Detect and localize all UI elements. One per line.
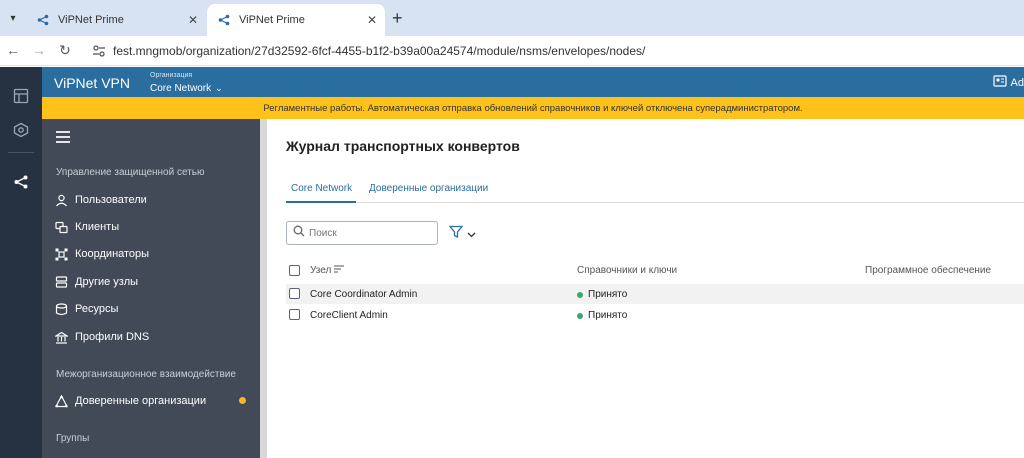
row-keys-status: Принято xyxy=(577,289,627,300)
clients-icon xyxy=(54,220,68,234)
browser-tab-1[interactable]: ViPNet Prime ✕ xyxy=(26,4,206,36)
filter-button[interactable] xyxy=(448,225,476,244)
main-content: Журнал транспортных конвертов Core Netwo… xyxy=(267,119,1024,458)
table-row[interactable]: Core Coordinator Admin Принято xyxy=(286,284,1024,304)
maintenance-banner: Регламентные работы. Автоматическая отпр… xyxy=(42,97,1024,119)
dns-icon xyxy=(54,330,68,344)
page-title: Журнал транспортных конвертов xyxy=(286,138,520,154)
modules-icon[interactable] xyxy=(9,118,33,142)
sidebar-item-dns-profiles[interactable]: Профили DNS xyxy=(54,327,254,347)
sidebar-item-clients[interactable]: Клиенты xyxy=(54,217,254,237)
browser-tabbar: ▾ ViPNet Prime ✕ ViPNet Prime ✕ + xyxy=(0,0,1024,36)
select-all-checkbox[interactable] xyxy=(289,265,300,276)
content-tabs: Core Network Доверенные организации xyxy=(286,181,1024,203)
sidebar-item-label: Ресурсы xyxy=(75,303,119,315)
sidebar-item-users[interactable]: Пользователи xyxy=(54,190,254,210)
sidebar-scrollbar[interactable] xyxy=(260,119,267,458)
sidebar-item-label: Профили DNS xyxy=(75,331,150,343)
row-checkbox[interactable] xyxy=(289,309,300,320)
active-tab-indicator xyxy=(286,201,356,203)
column-software: Программное обеспечение xyxy=(865,265,992,276)
forward-arrow-icon[interactable]: → xyxy=(30,42,48,58)
hamburger-menu-icon[interactable] xyxy=(56,131,70,146)
row-node: CoreClient Admin xyxy=(310,310,388,321)
sidebar-item-label: Клиенты xyxy=(75,221,120,233)
sidebar-item-label: Координаторы xyxy=(75,248,150,260)
row-checkbox[interactable] xyxy=(289,288,300,299)
org-caption: Организация xyxy=(150,72,193,79)
close-tab-icon[interactable]: ✕ xyxy=(188,13,198,27)
column-keys: Справочники и ключи xyxy=(577,265,678,276)
table-header: Узел Справочники и ключи Программное обе… xyxy=(286,262,1024,280)
nodes-icon xyxy=(54,275,68,289)
sidebar-item-other-nodes[interactable]: Другие узлы xyxy=(54,272,254,292)
user-icon xyxy=(54,193,68,207)
row-keys-status: Принято xyxy=(577,310,627,321)
sidebar: Управление защищенной сетью Пользователи… xyxy=(42,119,260,458)
sidebar-item-label: Другие узлы xyxy=(75,276,139,288)
header-admin-button[interactable]: Ad xyxy=(992,75,1024,90)
search-icon xyxy=(293,224,305,242)
reload-icon[interactable]: ↻ xyxy=(56,42,74,59)
new-tab-button[interactable]: + xyxy=(392,8,403,28)
sidebar-section-network: Управление защищенной сетью xyxy=(56,167,205,178)
column-node[interactable]: Узел xyxy=(310,265,345,276)
app-header: ViPNet VPN Организация Core Network ⌄ Ad xyxy=(42,67,1024,97)
search-input[interactable] xyxy=(309,227,429,239)
rail-divider xyxy=(8,152,34,153)
trusted-org-icon xyxy=(54,394,68,408)
back-arrow-icon[interactable]: ← xyxy=(4,42,22,58)
sort-icon xyxy=(334,265,345,276)
sidebar-item-coordinators[interactable]: Координаторы xyxy=(54,244,254,264)
coordinator-icon xyxy=(54,247,68,261)
vipnet-favicon-icon xyxy=(217,13,231,27)
status-dot xyxy=(577,291,583,298)
search-box[interactable] xyxy=(286,221,438,245)
tab-list-chevron-icon[interactable]: ▾ xyxy=(4,8,22,28)
org-selector[interactable]: Core Network ⌄ xyxy=(150,83,223,94)
network-share-icon[interactable] xyxy=(9,170,33,194)
sidebar-item-trusted-orgs[interactable]: Доверенные организации xyxy=(54,391,254,411)
site-settings-icon[interactable] xyxy=(92,44,106,63)
tab-core-network[interactable]: Core Network xyxy=(291,183,352,194)
browser-tab-title: ViPNet Prime xyxy=(239,14,305,26)
url-field[interactable]: fest.mngmob/organization/27d32592-6fcf-4… xyxy=(113,44,645,58)
notification-dot xyxy=(239,397,246,404)
sidebar-item-resources[interactable]: Ресурсы xyxy=(54,299,254,319)
sidebar-item-label: Доверенные организации xyxy=(75,395,207,407)
browser-tab-title: ViPNet Prime xyxy=(58,14,124,26)
address-bar: ← → ↻ fest.mngmob/organization/27d32592-… xyxy=(0,36,1024,66)
header-admin-label: Ad xyxy=(1010,76,1024,89)
row-node: Core Coordinator Admin xyxy=(310,289,418,300)
chevron-down-icon xyxy=(467,226,476,244)
resources-icon xyxy=(54,302,68,316)
org-value: Core Network xyxy=(150,83,212,94)
sidebar-item-label: Пользователи xyxy=(75,194,147,206)
dashboard-icon[interactable] xyxy=(9,84,33,108)
table-row[interactable]: CoreClient Admin Принято xyxy=(286,305,1024,325)
app-brand: ViPNet VPN xyxy=(54,75,130,91)
filter-icon xyxy=(448,225,464,244)
sidebar-section-interorg: Межорганизационное взаимодействие xyxy=(56,369,236,380)
tab-trusted-orgs[interactable]: Доверенные организации xyxy=(369,183,488,194)
sidebar-section-groups: Группы xyxy=(56,433,90,444)
browser-tab-2[interactable]: ViPNet Prime ✕ xyxy=(207,4,385,36)
chevron-down-icon: ⌄ xyxy=(215,83,223,93)
admin-card-icon xyxy=(992,75,1007,90)
status-dot xyxy=(577,312,583,319)
vipnet-favicon-icon xyxy=(36,13,50,27)
app-rail xyxy=(0,67,42,458)
close-tab-icon[interactable]: ✕ xyxy=(367,13,377,27)
